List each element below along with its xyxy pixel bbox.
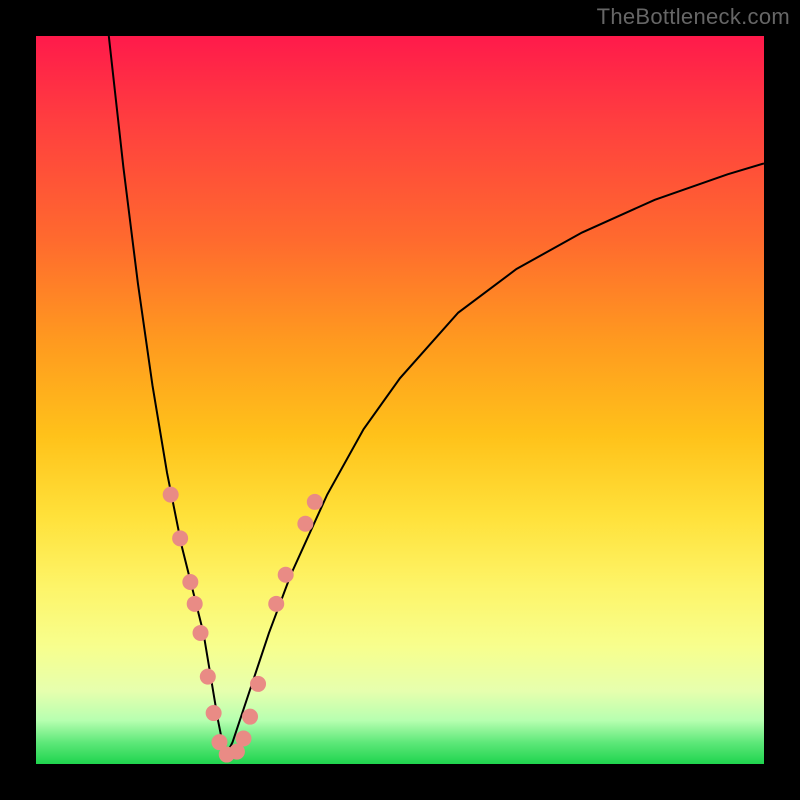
series-curve-left <box>109 36 225 757</box>
watermark-text: TheBottleneck.com <box>597 4 790 30</box>
marker-pink-dots-11 <box>242 709 258 725</box>
marker-pink-dots-0 <box>163 487 179 503</box>
marker-pink-dots-4 <box>193 625 209 641</box>
marker-pink-dots-1 <box>172 530 188 546</box>
marker-pink-dots-12 <box>250 676 266 692</box>
marker-pink-dots-16 <box>307 494 323 510</box>
chart-svg <box>36 36 764 764</box>
marker-pink-dots-14 <box>278 567 294 583</box>
marker-pink-dots-3 <box>187 596 203 612</box>
marker-pink-dots-6 <box>206 705 222 721</box>
marker-pink-dots-10 <box>235 731 251 747</box>
chart-frame: TheBottleneck.com <box>0 0 800 800</box>
plot-area <box>36 36 764 764</box>
marker-pink-dots-2 <box>182 574 198 590</box>
marker-group <box>163 487 323 763</box>
series-curve-right <box>225 163 764 756</box>
marker-pink-dots-15 <box>297 516 313 532</box>
marker-pink-dots-13 <box>268 596 284 612</box>
series-group <box>109 36 764 757</box>
marker-pink-dots-5 <box>200 669 216 685</box>
